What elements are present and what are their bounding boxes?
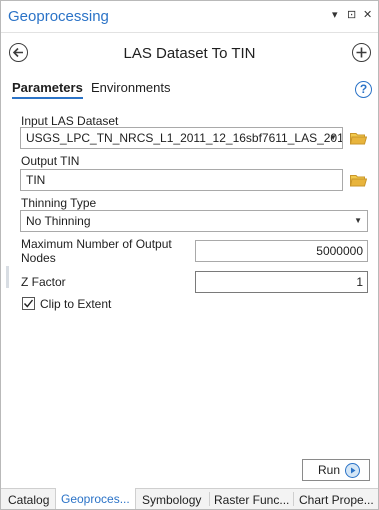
tool-header: LAS Dataset To TIN — [1, 34, 378, 74]
tab-catalog[interactable]: Catalog — [8, 493, 49, 507]
thinning-type-dropdown[interactable]: No Thinning ▼ — [20, 210, 368, 232]
input-las-label: Input LAS Dataset — [21, 114, 119, 128]
thinning-type-label: Thinning Type — [21, 196, 97, 210]
parameter-tabs: Parameters Environments — [1, 77, 378, 103]
clip-to-extent-checkbox[interactable] — [22, 297, 35, 310]
input-las-dropdown[interactable]: USGS_LPC_TN_NRCS_L1_2011_12_16sbf7611_LA… — [20, 127, 343, 149]
z-factor-input[interactable]: 1 — [195, 271, 368, 293]
z-factor-label: Z Factor — [21, 275, 66, 289]
pane-title-bar: Geoprocessing ▾ ⊡ ✕ — [1, 1, 378, 33]
check-icon — [23, 299, 34, 308]
folder-icon[interactable] — [350, 174, 367, 187]
output-tin-value: TIN — [26, 173, 46, 187]
max-nodes-value: 5000000 — [316, 244, 363, 258]
tab-separator — [209, 492, 210, 506]
max-nodes-label-line1: Maximum Number of Output — [21, 237, 172, 251]
help-icon[interactable]: ? — [355, 81, 372, 98]
output-tin-field[interactable]: TIN — [20, 169, 343, 191]
run-label: Run — [318, 463, 341, 477]
tab-parameters[interactable]: Parameters — [12, 80, 83, 99]
dropdown-arrow-icon: ▼ — [329, 133, 337, 142]
output-tin-label: Output TIN — [21, 154, 80, 168]
tab-symbology[interactable]: Symbology — [142, 493, 201, 507]
folder-icon[interactable] — [350, 132, 367, 145]
thinning-type-value: No Thinning — [26, 214, 91, 228]
dropdown-arrow-icon: ▼ — [354, 216, 362, 225]
tool-title: LAS Dataset To TIN — [123, 45, 256, 62]
play-icon — [345, 463, 360, 478]
tab-geoprocessing[interactable]: Geoproces... — [55, 488, 136, 509]
z-factor-value: 1 — [356, 275, 363, 289]
pin-icon[interactable]: ⊡ — [347, 9, 356, 21]
tab-chart-properties[interactable]: Chart Prope... — [299, 493, 374, 507]
pane-title: Geoprocessing — [8, 8, 109, 25]
add-button[interactable] — [352, 43, 371, 62]
plus-icon — [356, 47, 367, 58]
geoprocessing-pane: Geoprocessing ▾ ⊡ ✕ LAS Dataset To TIN P… — [0, 0, 379, 510]
max-nodes-label-line2: Nodes — [21, 251, 56, 265]
close-icon[interactable]: ✕ — [363, 9, 372, 21]
active-parameter-indicator — [6, 266, 9, 288]
max-nodes-label: Maximum Number of Output Nodes — [21, 237, 172, 265]
max-nodes-input[interactable]: 5000000 — [195, 240, 368, 262]
dock-tab-strip: Catalog Geoproces... Symbology Raster Fu… — [1, 488, 378, 509]
tab-raster-functions[interactable]: Raster Func... — [214, 493, 289, 507]
pane-menu-icon[interactable]: ▾ — [332, 9, 338, 21]
run-button[interactable]: Run — [302, 459, 370, 481]
input-las-value: USGS_LPC_TN_NRCS_L1_2011_12_16sbf7611_LA… — [26, 131, 343, 145]
clip-to-extent-label: Clip to Extent — [40, 297, 112, 311]
tab-environments[interactable]: Environments — [91, 80, 170, 95]
tab-separator — [293, 492, 294, 506]
